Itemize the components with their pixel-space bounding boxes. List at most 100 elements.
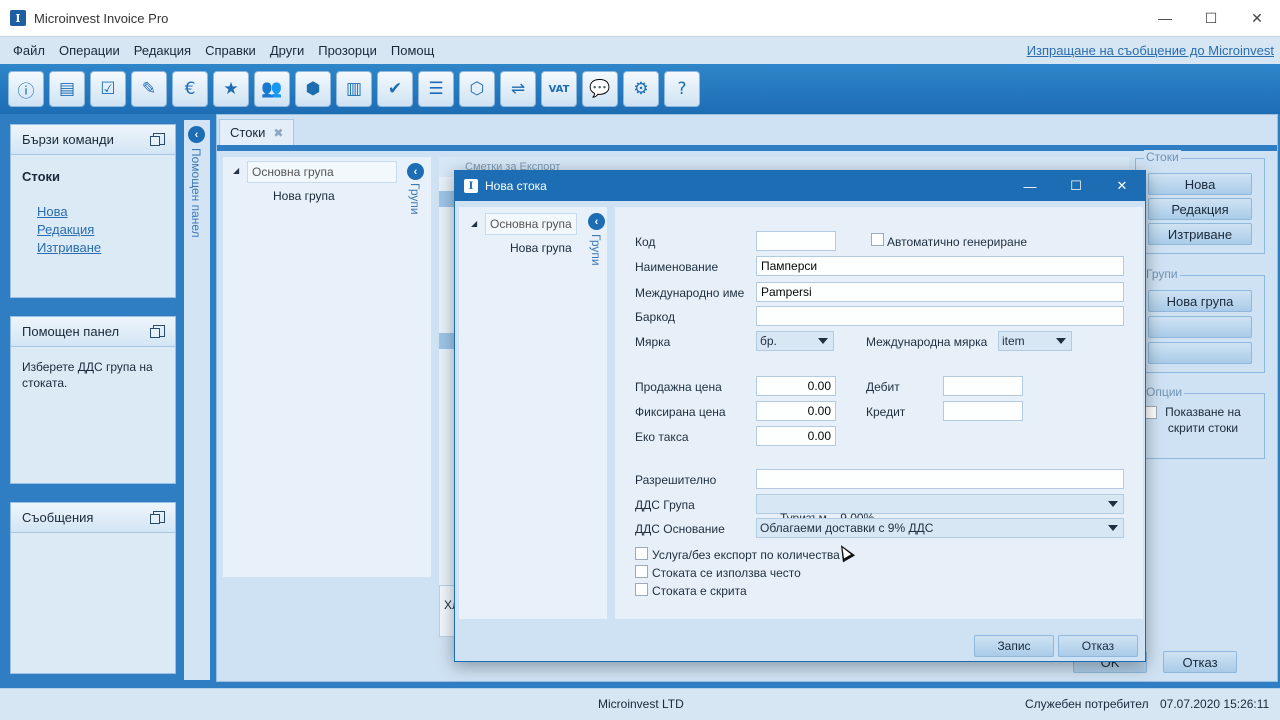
help-panel-text: Изберете ДДС група на стоката.: [22, 360, 153, 390]
send-message-link[interactable]: Изпращане на съобщение до Microinvest: [1027, 43, 1274, 58]
menu-operations[interactable]: Операции: [52, 43, 127, 58]
dialog-title: Нова стока: [485, 179, 547, 193]
settings-icon[interactable]: ⚙: [623, 71, 659, 107]
credit-label: Кредит: [866, 405, 906, 419]
unit-select[interactable]: бр.: [756, 331, 834, 351]
chevron-left-icon[interactable]: ‹: [407, 163, 424, 180]
maximize-icon[interactable]: ☐: [1188, 0, 1234, 36]
debit-input[interactable]: [943, 376, 1023, 396]
permit-input[interactable]: [756, 469, 1124, 489]
service-checkbox[interactable]: [635, 547, 648, 560]
quick-commands-panel: Бързи команди Стоки Нова Редакция Изтрив…: [10, 124, 176, 298]
close-icon[interactable]: ✖: [273, 126, 283, 140]
menu-file[interactable]: Файл: [6, 43, 52, 58]
checkbox-icon[interactable]: ☑: [90, 71, 126, 107]
barcode-input[interactable]: [756, 306, 1124, 326]
name-input[interactable]: [756, 256, 1124, 276]
chevron-left-icon[interactable]: ‹: [188, 126, 205, 143]
frequent-checkbox[interactable]: [635, 565, 648, 578]
code-input[interactable]: [756, 231, 836, 251]
minimize-icon[interactable]: —: [1007, 171, 1053, 201]
restore-icon[interactable]: [150, 511, 165, 524]
tree-root-group[interactable]: Основна група: [485, 213, 577, 235]
chevron-left-icon[interactable]: ‹: [588, 213, 605, 230]
shipping-icon[interactable]: ⇌: [500, 71, 536, 107]
help-icon[interactable]: ?: [664, 71, 700, 107]
group-button-blank[interactable]: [1148, 316, 1252, 338]
tab-strip: [217, 145, 1277, 151]
restore-icon[interactable]: [150, 325, 165, 338]
save-button[interactable]: Запис: [974, 635, 1054, 657]
groups-actions-group: Групи Нова група: [1135, 267, 1265, 373]
window-title: Microinvest Invoice Pro: [34, 10, 169, 26]
star-icon[interactable]: ★: [213, 71, 249, 107]
tree-child-group[interactable]: Нова група: [273, 189, 335, 203]
expand-triangle-icon[interactable]: ◢: [471, 219, 477, 228]
quick-link-edit[interactable]: Редакция: [37, 222, 175, 237]
name-label: Наименование: [635, 260, 719, 274]
new-group-button[interactable]: Нова група: [1148, 290, 1252, 312]
sale-price-input[interactable]: [756, 376, 836, 396]
intl-name-input[interactable]: [756, 282, 1124, 302]
show-hidden-label: Показване на скрити стоки: [1165, 405, 1241, 435]
messages-header: Съобщения: [11, 503, 175, 533]
edit-icon[interactable]: ✎: [131, 71, 167, 107]
menu-windows[interactable]: Прозорци: [311, 43, 384, 58]
service-label: Услуга/без експорт по количества: [652, 548, 840, 562]
status-user: Служебен потребител: [1025, 697, 1149, 711]
close-icon[interactable]: ✕: [1099, 171, 1145, 201]
status-datetime: 07.07.2020 15:26:11: [1160, 697, 1270, 711]
toolbar: ⓘ ▤ ☑ ✎ € ★ 👥 ⬢ ▥ ✔ ☰ ⬡ ⇌ VAT 💬 ⚙ ?: [0, 64, 1280, 114]
user-list-icon[interactable]: ☰: [418, 71, 454, 107]
credit-input[interactable]: [943, 401, 1023, 421]
options-group: Опции Показване на скрити стоки: [1135, 385, 1265, 459]
app-icon: I: [464, 179, 478, 193]
delete-stock-button[interactable]: Изтриване: [1148, 223, 1252, 245]
intl-unit-select[interactable]: item: [998, 331, 1072, 351]
document-icon[interactable]: ▤: [49, 71, 85, 107]
fixed-price-input[interactable]: [756, 401, 836, 421]
close-icon[interactable]: ✕: [1234, 0, 1280, 36]
cancel-button[interactable]: Отказ: [1163, 651, 1237, 673]
vat-basis-select[interactable]: Облагаеми доставки с 9% ДДС: [756, 518, 1124, 538]
book-icon[interactable]: ▥: [336, 71, 372, 107]
vat-icon[interactable]: VAT: [541, 71, 577, 107]
checklist-icon[interactable]: ✔: [377, 71, 413, 107]
tree-child-group[interactable]: Нова група: [510, 241, 572, 255]
expand-triangle-icon[interactable]: ◢: [233, 166, 239, 175]
minimize-icon[interactable]: —: [1142, 0, 1188, 36]
intl-unit-value: item: [1002, 334, 1025, 348]
partners-icon[interactable]: 👥: [254, 71, 290, 107]
edit-stock-button[interactable]: Редакция: [1148, 198, 1252, 220]
package-icon[interactable]: ⬡: [459, 71, 495, 107]
eco-tax-label: Еко такса: [635, 430, 689, 444]
options-label: Опции: [1144, 385, 1185, 399]
maximize-icon[interactable]: ☐: [1053, 171, 1099, 201]
menu-edit[interactable]: Редакция: [127, 43, 198, 58]
restore-icon[interactable]: [150, 133, 165, 146]
menu-bar: Файл Операции Редакция Справки Други Про…: [0, 36, 1280, 64]
status-bar: Microinvest LTD Служебен потребител 07.0…: [0, 688, 1280, 720]
group-button-blank[interactable]: [1148, 342, 1252, 364]
quick-link-delete[interactable]: Изтриване: [37, 240, 175, 255]
auto-generate-checkbox[interactable]: [871, 233, 884, 246]
tree-root-group[interactable]: Основна група: [247, 161, 397, 183]
menu-other[interactable]: Други: [263, 43, 311, 58]
box-icon[interactable]: ⬢: [295, 71, 331, 107]
quick-link-new[interactable]: Нова: [37, 204, 175, 219]
help-panel-title: Помощен панел: [22, 324, 120, 339]
info-icon[interactable]: ⓘ: [8, 71, 44, 107]
hidden-checkbox[interactable]: [635, 583, 648, 596]
groups-actions-label: Групи: [1144, 267, 1180, 281]
chat-icon[interactable]: 💬: [582, 71, 618, 107]
vat-group-select[interactable]: Туризъм 9.00%: [756, 494, 1124, 525]
tab-stock[interactable]: Стоки ✖: [219, 119, 295, 145]
dialog-window-controls: — ☐ ✕: [1007, 171, 1145, 201]
eco-tax-input[interactable]: [756, 426, 836, 446]
euro-document-icon[interactable]: €: [172, 71, 208, 107]
menu-reports[interactable]: Справки: [198, 43, 263, 58]
new-stock-button[interactable]: Нова: [1148, 173, 1252, 195]
unit-label: Мярка: [635, 335, 671, 349]
menu-help[interactable]: Помощ: [384, 43, 441, 58]
dialog-cancel-button[interactable]: Отказ: [1058, 635, 1138, 657]
